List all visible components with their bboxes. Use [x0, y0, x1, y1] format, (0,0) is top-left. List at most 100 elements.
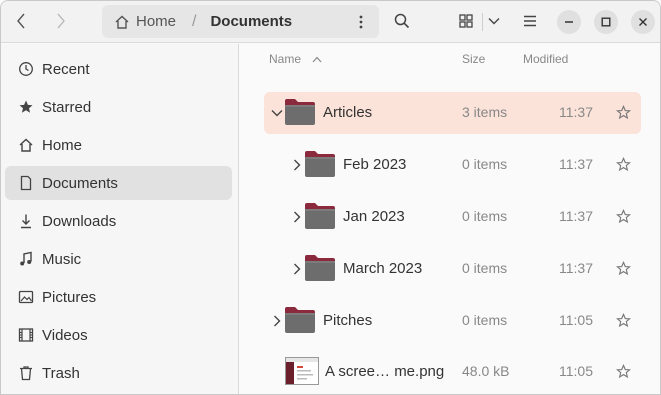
expander-expanded[interactable] — [270, 104, 284, 122]
close-button[interactable] — [631, 10, 655, 34]
view-options-button[interactable] — [483, 6, 505, 36]
minimize-button[interactable] — [557, 10, 581, 34]
file-modified: 11:05 — [559, 312, 593, 328]
star-toggle[interactable] — [614, 103, 632, 121]
column-header-size[interactable]: Size — [462, 52, 485, 66]
sidebar: Recent Starred Home Documents Downloads … — [1, 44, 239, 394]
file-manager-window: Home / Documents Recent Starred Home Doc… — [0, 0, 661, 395]
hamburger-menu-icon — [524, 15, 536, 27]
sidebar-item-label: Recent — [42, 60, 90, 78]
sidebar-item-starred[interactable]: Starred — [5, 90, 232, 124]
sidebar-item-downloads[interactable]: Downloads — [5, 204, 232, 238]
back-button[interactable] — [5, 6, 37, 36]
sidebar-item-trash[interactable]: Trash — [5, 356, 232, 390]
file-name: A scree… me.png — [325, 363, 445, 380]
chevron-down-icon — [488, 18, 500, 25]
image-preview-icon — [286, 358, 318, 384]
chevron-right-icon — [294, 159, 301, 171]
trash-icon — [17, 364, 35, 382]
file-size: 3 items — [462, 104, 508, 120]
grid-view-icon — [459, 14, 473, 28]
chevron-right-icon — [294, 263, 301, 275]
forward-button[interactable] — [45, 6, 77, 36]
list-item-feb-2023[interactable]: Feb 2023 0 items 11:37 — [264, 144, 641, 186]
file-list: Name Size Modified Articles 3 items 11:3… — [240, 44, 660, 394]
view-toggle-button[interactable] — [451, 6, 481, 36]
file-size: 0 items — [462, 208, 508, 224]
chevron-left-icon — [17, 13, 25, 29]
column-header-modified[interactable]: Modified — [523, 52, 568, 66]
sidebar-item-home[interactable]: Home — [5, 128, 232, 162]
home-icon — [17, 136, 35, 154]
path-separator: / — [192, 12, 197, 30]
file-modified: 11:37 — [559, 208, 593, 224]
sidebar-item-documents[interactable]: Documents — [5, 166, 232, 200]
expander-collapsed[interactable] — [290, 156, 304, 174]
star-icon — [17, 98, 35, 116]
file-name: March 2023 — [343, 260, 423, 277]
path-current-folder[interactable]: Documents — [210, 13, 292, 30]
maximize-icon — [601, 17, 611, 27]
sidebar-item-label: Pictures — [42, 288, 97, 306]
star-toggle[interactable] — [614, 362, 632, 380]
expander-collapsed[interactable] — [270, 312, 284, 330]
star-outline-icon — [615, 208, 631, 223]
path-menu-button[interactable] — [349, 5, 373, 38]
star-toggle[interactable] — [614, 259, 632, 277]
sidebar-item-recent[interactable]: Recent — [5, 52, 232, 86]
sidebar-item-label: Documents — [42, 174, 118, 192]
list-item-screenshot[interactable]: A scree… me.png 48.0 kB 11:05 — [264, 351, 641, 393]
clock-icon — [17, 60, 35, 78]
path-home-label: Home — [136, 13, 177, 30]
file-name: Pitches — [323, 312, 373, 329]
sidebar-item-label: Downloads — [42, 212, 117, 230]
sidebar-item-label: Home — [42, 136, 83, 154]
path-home-button[interactable]: Home — [114, 13, 176, 30]
file-size: 0 items — [462, 156, 508, 172]
expander-collapsed[interactable] — [290, 208, 304, 226]
chevron-right-icon — [274, 315, 281, 327]
star-outline-icon — [615, 260, 631, 275]
sidebar-item-label: Music — [42, 250, 82, 268]
list-item-march-2023[interactable]: March 2023 0 items 11:37 — [264, 248, 641, 290]
search-button[interactable] — [387, 6, 417, 36]
star-toggle[interactable] — [614, 155, 632, 173]
list-item-jan-2023[interactable]: Jan 2023 0 items 11:37 — [264, 196, 641, 238]
home-icon — [115, 15, 129, 29]
sidebar-item-videos[interactable]: Videos — [5, 318, 232, 352]
path-bar: Home / Documents — [102, 5, 379, 38]
download-icon — [17, 212, 35, 230]
video-icon — [17, 326, 35, 344]
kebab-menu-icon — [359, 15, 363, 28]
file-modified: 11:37 — [559, 260, 593, 276]
list-item-articles[interactable]: Articles 3 items 11:37 — [264, 92, 641, 134]
sort-ascending-icon — [312, 56, 322, 63]
star-toggle[interactable] — [614, 207, 632, 225]
star-toggle[interactable] — [614, 311, 632, 329]
column-header-name[interactable]: Name — [269, 52, 322, 66]
close-icon — [639, 18, 647, 26]
file-size: 0 items — [462, 312, 508, 328]
chevron-right-icon — [294, 211, 301, 223]
file-name: Jan 2023 — [343, 208, 405, 225]
image-thumbnail — [285, 357, 319, 385]
minimize-icon — [565, 21, 573, 23]
search-icon — [394, 13, 410, 29]
star-outline-icon — [615, 104, 631, 119]
music-note-icon — [17, 250, 35, 268]
maximize-button[interactable] — [594, 10, 618, 34]
chevron-right-icon — [57, 13, 65, 29]
document-icon — [17, 174, 35, 192]
sidebar-item-music[interactable]: Music — [5, 242, 232, 276]
star-outline-icon — [615, 312, 631, 327]
expander-collapsed[interactable] — [290, 260, 304, 278]
sidebar-item-pictures[interactable]: Pictures — [5, 280, 232, 314]
folder-icon — [285, 307, 315, 333]
main-menu-button[interactable] — [515, 6, 545, 36]
folder-icon — [305, 255, 335, 281]
list-item-pitches[interactable]: Pitches 0 items 11:05 — [264, 300, 641, 342]
file-modified: 11:37 — [559, 104, 593, 120]
chevron-down-icon — [271, 110, 283, 117]
folder-icon — [305, 151, 335, 177]
file-size: 48.0 kB — [462, 363, 510, 379]
